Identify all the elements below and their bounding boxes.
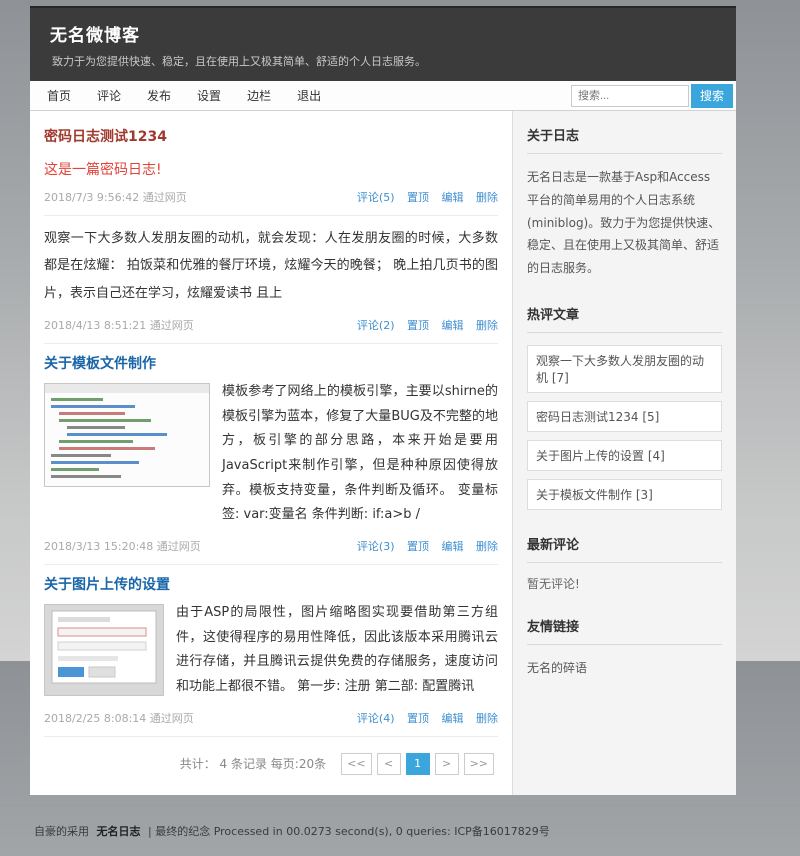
sidebar-section-friend-links: 友情链接 无名的碎语 [527,616,722,676]
post-meta: 2018/4/13 8:51:21 通过网页 评论(2) 置顶 编辑 删除 [44,317,498,333]
footer-info: | 最终的纪念 Processed in 00.0273 second(s), … [148,825,550,838]
nav-item-comments[interactable]: 评论 [84,81,134,111]
search-button[interactable]: 搜索 [691,84,733,108]
nav-item-publish[interactable]: 发布 [134,81,184,111]
post-excerpt: 观察一下大多数人发朋友圈的动机，就会发现：人在发朋友圈的时候，大多数都是在炫耀：… [44,225,498,307]
sidebar-section-about: 关于日志 无名日志是一款基于Asp和Access平台的简单易用的个人日志系统(m… [527,125,722,280]
nav-item-logout[interactable]: 退出 [284,81,334,111]
post-item: 密码日志测试1234 这是一篇密码日志! 2018/7/3 9:56:42 通过… [44,117,498,216]
pagination-page-1-button[interactable]: 1 [406,753,430,775]
post-meta: 2018/2/25 8:08:14 通过网页 评论(4) 置顶 编辑 删除 [44,710,498,726]
footer-prefix: 自豪的采用 [34,825,89,838]
post-meta: 2018/3/13 15:20:48 通过网页 评论(3) 置顶 编辑 删除 [44,538,498,554]
post-content-row: 模板参考了网络上的模板引擎，主要以shirne的模板引擎为蓝本，修复了大量BUG… [44,383,498,528]
post-date: 2018/4/13 8:51:21 通过网页 [44,317,194,333]
pin-link[interactable]: 置顶 [407,191,429,204]
sidebar-links-title: 友情链接 [527,616,722,645]
post-password-note: 这是一篇密码日志! [44,159,498,179]
post-item: 关于模板文件制作 [44,344,498,565]
post-meta: 2018/7/3 9:56:42 通过网页 评论(5) 置顶 编辑 删除 [44,189,498,205]
post-date: 2018/2/25 8:08:14 通过网页 [44,710,194,726]
post-content-row: 由于ASP的局限性，图片缩略图实现要借助第三方组件，这使得程序的易用性降低，因此… [44,604,498,700]
post-date: 2018/7/3 9:56:42 通过网页 [44,189,187,205]
hot-article-link[interactable]: 观察一下大多数人发朋友圈的动机 [7] [527,345,722,393]
sidebar-section-latest-comments: 最新评论 暂无评论! [527,534,722,592]
post-title-link[interactable]: 密码日志测试1234 [44,126,167,146]
post-actions: 评论(5) 置顶 编辑 删除 [348,189,498,205]
page-container: 无名微博客 致力于为您提供快速、稳定，且在使用上又极其简单、舒适的个人日志服务。… [30,0,736,795]
pagination-summary: 共计： 4 条记录 每页:20条 [180,755,326,772]
code-screenshot-image [45,384,209,486]
delete-link[interactable]: 删除 [476,191,498,204]
sidebar-comments-title: 最新评论 [527,534,722,563]
sidebar-hot-title: 热评文章 [527,304,722,333]
delete-link[interactable]: 删除 [476,319,498,332]
content-area: 密码日志测试1234 这是一篇密码日志! 2018/7/3 9:56:42 通过… [30,111,736,795]
friend-link[interactable]: 无名的碎语 [527,659,587,676]
delete-link[interactable]: 删除 [476,712,498,725]
site-header: 无名微博客 致力于为您提供快速、稳定，且在使用上又极其简单、舒适的个人日志服务。 [30,6,736,81]
pagination-first-button[interactable]: << [341,753,371,775]
pagination-last-button[interactable]: >> [464,753,494,775]
sidebar: 关于日志 无名日志是一款基于Asp和Access平台的简单易用的个人日志系统(m… [512,111,736,795]
edit-link[interactable]: 编辑 [442,712,464,725]
comments-link[interactable]: 评论(2) [357,319,395,332]
post-excerpt: 模板参考了网络上的模板引擎，主要以shirne的模板引擎为蓝本，修复了大量BUG… [222,380,498,528]
site-title: 无名微博客 [50,21,716,46]
nav-item-settings[interactable]: 设置 [184,81,234,111]
nav-item-home[interactable]: 首页 [34,81,84,111]
nav-item-sidebar[interactable]: 边栏 [234,81,284,111]
search-input[interactable] [571,85,689,107]
pin-link[interactable]: 置顶 [407,712,429,725]
post-actions: 评论(2) 置顶 编辑 删除 [348,317,498,333]
comments-link[interactable]: 评论(4) [357,712,395,725]
post-actions: 评论(4) 置顶 编辑 删除 [348,710,498,726]
pagination-prev-button[interactable]: < [377,753,401,775]
page-footer: 自豪的采用 无名日志 | 最终的纪念 Processed in 00.0273 … [0,805,800,856]
post-excerpt: 由于ASP的局限性，图片缩略图实现要借助第三方组件，这使得程序的易用性降低，因此… [176,601,498,700]
post-date: 2018/3/13 15:20:48 通过网页 [44,538,201,554]
post-title-link[interactable]: 关于模板文件制作 [44,353,156,373]
no-comments-text: 暂无评论! [527,575,722,592]
post-item: 观察一下大多数人发朋友圈的动机，就会发现：人在发朋友圈的时候，大多数都是在炫耀：… [44,216,498,344]
post-item: 关于图片上传的设置 由于A [44,565,498,737]
pagination-next-button[interactable]: > [435,753,459,775]
pin-link[interactable]: 置顶 [407,540,429,553]
delete-link[interactable]: 删除 [476,540,498,553]
posts-list: 密码日志测试1234 这是一篇密码日志! 2018/7/3 9:56:42 通过… [30,111,512,795]
comments-link[interactable]: 评论(5) [357,191,395,204]
site-subtitle: 致力于为您提供快速、稳定，且在使用上又极其简单、舒适的个人日志服务。 [50,53,716,69]
comments-link[interactable]: 评论(3) [357,540,395,553]
edit-link[interactable]: 编辑 [442,319,464,332]
post-thumbnail[interactable] [44,604,164,696]
edit-link[interactable]: 编辑 [442,540,464,553]
sidebar-about-text: 无名日志是一款基于Asp和Access平台的简单易用的个人日志系统(minibl… [527,166,722,280]
pagination: 共计： 4 条记录 每页:20条 << < 1 > >> [44,737,498,787]
post-title-link[interactable]: 关于图片上传的设置 [44,574,170,594]
sidebar-about-title: 关于日志 [527,125,722,154]
footer-brand-link[interactable]: 无名日志 [97,825,141,838]
post-actions: 评论(3) 置顶 编辑 删除 [348,538,498,554]
search-box: 搜索 [571,84,736,108]
hot-article-link[interactable]: 关于图片上传的设置 [4] [527,440,722,471]
hot-article-link[interactable]: 关于模板文件制作 [3] [527,479,722,510]
settings-screenshot-image [45,605,163,695]
post-thumbnail[interactable] [44,383,210,487]
hot-article-link[interactable]: 密码日志测试1234 [5] [527,401,722,432]
pin-link[interactable]: 置顶 [407,319,429,332]
edit-link[interactable]: 编辑 [442,191,464,204]
main-nav: 首页 评论 发布 设置 边栏 退出 搜索 [30,81,736,111]
sidebar-section-hot-articles: 热评文章 观察一下大多数人发朋友圈的动机 [7] 密码日志测试1234 [5] … [527,304,722,510]
